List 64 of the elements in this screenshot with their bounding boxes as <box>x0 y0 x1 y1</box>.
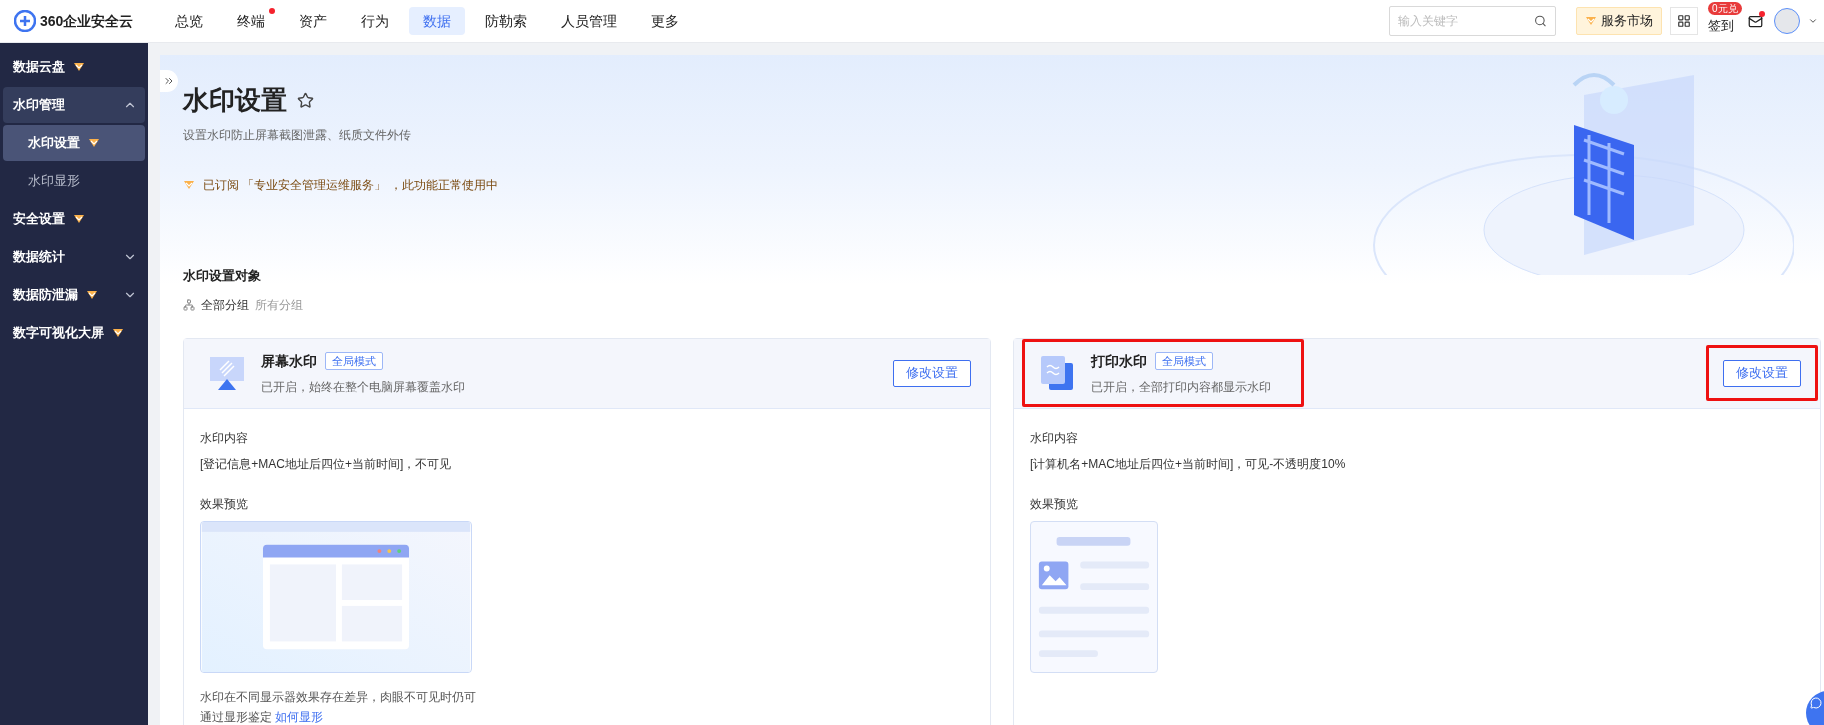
document-icon <box>1039 355 1075 391</box>
nav-tab[interactable]: 更多 <box>637 7 693 35</box>
page-subtitle: 设置水印防止屏幕截图泄露、纸质文件外传 <box>183 127 412 144</box>
section-label: 效果预览 <box>1030 495 1079 513</box>
service-market-button[interactable]: 服务市场 <box>1576 7 1662 35</box>
monitor-icon <box>209 355 245 391</box>
diamond-icon <box>86 290 98 300</box>
brand-name: 360企业安全云 <box>40 11 134 31</box>
diamond-icon <box>112 328 124 338</box>
section-label: 效果预览 <box>200 495 249 513</box>
nav-tab[interactable]: 总览 <box>161 7 217 35</box>
status-text: 已开启，始终在整个电脑屏幕覆盖水印 <box>261 378 465 396</box>
sidebar-item[interactable]: 数据统计 <box>3 239 145 275</box>
edit-settings-button[interactable]: 修改设置 <box>893 359 971 387</box>
sidebar-item[interactable]: 水印显形 <box>3 163 145 199</box>
how-to-reveal-link[interactable]: 如何显形 <box>275 709 324 724</box>
mail-icon <box>1747 13 1763 29</box>
section-label: 水印内容 <box>1030 429 1079 447</box>
nav-tab[interactable]: 防勒索 <box>471 7 541 35</box>
double-chevron-icon <box>163 75 175 87</box>
diamond-icon <box>88 138 100 148</box>
checkin-button[interactable]: 签到 <box>1706 12 1736 40</box>
nav-tab[interactable]: 数据 <box>409 7 465 35</box>
sidebar-item[interactable]: 数据云盘 <box>3 49 145 85</box>
mode-tag: 全局模式 <box>1155 352 1213 370</box>
grid-icon <box>1677 14 1691 28</box>
search-field[interactable]: 输入关键字 <box>1389 6 1556 36</box>
page-title: 水印设置 <box>183 84 287 117</box>
search-input[interactable]: 输入关键字 <box>1398 12 1535 30</box>
group-label: 全部分组 <box>201 296 249 314</box>
section-title: 水印设置对象 <box>183 267 262 285</box>
note-text: 水印在不同显示器效果存在差异，肉眼不可见时仍可通过显形鉴定 如何显形 <box>200 688 477 725</box>
avatar[interactable] <box>1774 8 1800 34</box>
star-icon[interactable] <box>297 92 314 109</box>
edit-settings-button[interactable]: 修改设置 <box>1723 359 1801 387</box>
diamond-icon <box>73 214 85 224</box>
diamond-icon <box>183 180 195 190</box>
watermark-content-text: [登记信息+MAC地址后四位+当前时间]，不可见 <box>200 455 453 473</box>
sidebar-item[interactable]: 水印管理 <box>3 87 145 123</box>
hierarchy-icon <box>183 298 195 311</box>
diamond-icon <box>1585 16 1597 26</box>
card-title: 屏幕水印 <box>261 351 317 371</box>
mode-tag: 全局模式 <box>325 352 383 370</box>
card-title: 打印水印 <box>1091 351 1147 371</box>
watermark-content-text: [计算机名+MAC地址后四位+当前时间]，可见-不透明度10% <box>1030 455 1347 473</box>
chat-icon <box>1810 697 1822 709</box>
diamond-icon <box>73 62 85 72</box>
sidebar-item[interactable]: 数据防泄漏 <box>3 277 145 313</box>
nav-tab[interactable]: 人员管理 <box>547 7 631 35</box>
section-label: 水印内容 <box>200 429 249 447</box>
search-icon <box>1534 14 1547 28</box>
app-grid-button[interactable] <box>1670 7 1698 35</box>
sidebar-item[interactable]: 数字可视化大屏 <box>3 315 145 351</box>
nav-tab[interactable]: 终端 <box>223 7 279 35</box>
sidebar-item[interactable]: 水印设置 <box>3 125 145 161</box>
nav-tab[interactable]: 资产 <box>285 7 341 35</box>
subscription-notice: 已订阅 「专业安全管理运维服务」 ，此功能正常使用中 <box>203 177 498 194</box>
sidebar-item[interactable]: 安全设置 <box>3 201 145 237</box>
group-value: 所有分组 <box>255 296 303 314</box>
nav-tab[interactable]: 行为 <box>347 7 403 35</box>
logo-icon <box>14 10 36 32</box>
status-text: 已开启，全部打印内容都显示水印 <box>1091 378 1271 396</box>
promo-badge: 0元兑 <box>1708 2 1742 15</box>
chevron-down-icon <box>1808 16 1818 26</box>
